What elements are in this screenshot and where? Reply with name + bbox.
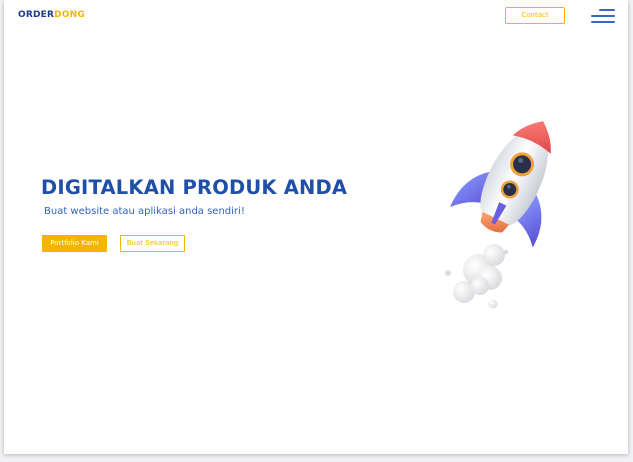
brand-logo[interactable]: ORDERDONG — [18, 10, 85, 21]
contact-button[interactable]: Contact — [505, 7, 565, 24]
rocket-illustration — [445, 121, 551, 309]
portfolio-button[interactable]: Portfolio Kami — [42, 235, 107, 252]
hero-subtitle: Buat website atau aplikasi anda sendiri! — [44, 206, 245, 217]
navbar: ORDERDONG Contact — [4, 0, 628, 32]
menu-line-middle — [591, 15, 615, 17]
create-now-button[interactable]: Buat Sekarang — [120, 235, 185, 252]
hamburger-menu-icon[interactable] — [591, 9, 615, 25]
logo-text-dong: DONG — [54, 10, 85, 20]
landing-page: ORDERDONG Contact DIGITALKAN PRODUK ANDA… — [4, 0, 628, 454]
hero-title: DIGITALKAN PRODUK ANDA — [41, 176, 348, 199]
logo-text-order: ORDER — [18, 10, 55, 20]
rocket-body-group — [450, 121, 551, 248]
smoke-clouds — [445, 244, 509, 309]
menu-line-top — [599, 9, 615, 11]
menu-line-bottom — [591, 21, 615, 23]
